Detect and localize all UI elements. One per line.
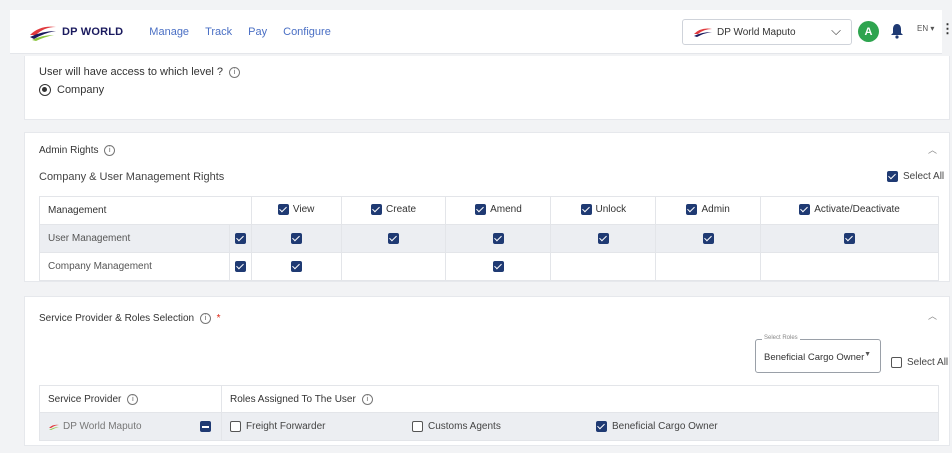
row-label: User Management xyxy=(39,224,230,253)
row-checkbox[interactable] xyxy=(234,232,246,244)
select-roles-value: Beneficial Cargo Owner xyxy=(764,352,865,363)
roles-select-all[interactable]: Select All xyxy=(891,357,948,368)
service-table-header: Service Provider i Roles Assigned To The… xyxy=(39,385,939,413)
rights-table: Management View Create Amend Unlock Admi… xyxy=(39,196,939,281)
col-amend[interactable]: Amend xyxy=(445,196,552,225)
table-row: DP World Maputo Freight Forwarder Custom… xyxy=(39,413,939,441)
provider-logo-icon xyxy=(49,424,59,430)
view-checkbox[interactable] xyxy=(290,232,302,244)
radio-selected-icon[interactable] xyxy=(39,84,51,96)
access-level-question: User will have access to which level ? i xyxy=(39,66,241,78)
dp-world-logo-icon xyxy=(28,21,58,43)
caret-down-icon: ▼ xyxy=(864,351,871,358)
info-icon[interactable]: i xyxy=(104,145,116,156)
select-roles-dropdown[interactable]: Select Roles Beneficial Cargo Owner ▼ xyxy=(755,335,881,373)
checkbox-checked[interactable] xyxy=(277,203,289,215)
access-option-label: Company xyxy=(57,84,105,96)
access-level-panel: User will have access to which level ? i… xyxy=(24,56,950,120)
info-icon[interactable]: i xyxy=(199,313,211,324)
access-option-company[interactable]: Company xyxy=(39,84,104,96)
brand-name: DP WORLD xyxy=(62,25,124,38)
avatar[interactable]: A xyxy=(858,21,879,42)
select-roles-label: Select Roles xyxy=(762,335,800,341)
company-logo-icon xyxy=(693,26,713,38)
admin-rights-panel: Admin Rights i ︿ Company & User Manageme… xyxy=(24,132,950,282)
amend-checkbox[interactable] xyxy=(492,232,504,244)
admin-select-all[interactable]: Select All xyxy=(887,171,944,182)
col-activate-deactivate[interactable]: Activate/Deactivate xyxy=(760,196,939,225)
nav-manage[interactable]: Manage xyxy=(149,26,189,38)
provider-partial-checkbox[interactable] xyxy=(200,421,211,432)
main-nav: Manage Track Pay Configure xyxy=(149,26,331,38)
checkbox-unchecked[interactable] xyxy=(230,421,241,432)
nav-pay[interactable]: Pay xyxy=(248,26,267,38)
row-label: Company Management xyxy=(39,252,230,281)
col-management: Management xyxy=(39,196,252,225)
role-beneficial-cargo-owner[interactable]: Beneficial Cargo Owner xyxy=(596,421,718,432)
checkbox-checked[interactable] xyxy=(371,203,383,215)
role-freight-forwarder[interactable]: Freight Forwarder xyxy=(230,421,325,432)
collapse-icon[interactable]: ︿ xyxy=(928,143,937,156)
row-checkbox[interactable] xyxy=(234,260,246,272)
col-roles-assigned: Roles Assigned To The User xyxy=(230,393,356,405)
info-icon[interactable]: i xyxy=(361,393,373,405)
bell-icon[interactable] xyxy=(890,23,904,39)
more-menu-icon[interactable]: ⋮ xyxy=(941,22,952,35)
top-navbar: DP WORLD Manage Track Pay Configure DP W… xyxy=(10,10,952,54)
info-icon[interactable]: i xyxy=(127,393,139,405)
provider-name: DP World Maputo xyxy=(48,421,142,432)
role-customs-agents[interactable]: Customs Agents xyxy=(412,421,501,432)
checkbox-checked[interactable] xyxy=(686,203,698,215)
view-checkbox[interactable] xyxy=(290,260,302,272)
checkbox-unchecked[interactable] xyxy=(412,421,423,432)
checkbox-checked[interactable] xyxy=(887,171,898,182)
create-checkbox[interactable] xyxy=(388,232,400,244)
checkbox-checked[interactable] xyxy=(475,203,487,215)
col-create[interactable]: Create xyxy=(340,196,447,225)
table-header-row: Management View Create Amend Unlock Admi… xyxy=(39,196,939,225)
admin-rights-subtitle: Company & User Management Rights xyxy=(39,171,225,183)
checkbox-unchecked[interactable] xyxy=(891,357,902,368)
company-selector-value: DP World Maputo xyxy=(717,26,796,38)
col-service-provider: Service Provider xyxy=(48,393,122,405)
table-row: Company Management xyxy=(39,252,939,281)
chevron-down-icon: ⌵ xyxy=(831,23,841,38)
col-unlock[interactable]: Unlock xyxy=(550,196,657,225)
table-row: User Management xyxy=(39,224,939,253)
col-admin[interactable]: Admin xyxy=(655,196,762,225)
company-selector[interactable]: DP World Maputo ⌵ xyxy=(682,19,852,45)
nav-track[interactable]: Track xyxy=(205,26,232,38)
service-provider-panel: Service Provider & Roles Selection i * ︿… xyxy=(24,296,950,446)
admin-checkbox[interactable] xyxy=(702,232,714,244)
checkbox-checked[interactable] xyxy=(799,203,811,215)
checkbox-checked[interactable] xyxy=(596,421,607,432)
required-marker: * xyxy=(216,313,221,325)
service-provider-title: Service Provider & Roles Selection i * xyxy=(39,313,221,325)
language-selector[interactable]: EN ▾ xyxy=(917,24,934,33)
collapse-icon[interactable]: ︿ xyxy=(928,309,937,322)
admin-rights-title: Admin Rights i xyxy=(39,145,116,156)
unlock-checkbox[interactable] xyxy=(597,232,609,244)
checkbox-checked[interactable] xyxy=(580,203,592,215)
nav-configure[interactable]: Configure xyxy=(283,26,331,38)
activate-checkbox[interactable] xyxy=(844,232,856,244)
info-icon[interactable]: i xyxy=(229,66,241,78)
amend-checkbox[interactable] xyxy=(492,260,504,272)
col-view[interactable]: View xyxy=(250,196,342,225)
dp-world-logo[interactable]: DP WORLD xyxy=(28,21,123,43)
